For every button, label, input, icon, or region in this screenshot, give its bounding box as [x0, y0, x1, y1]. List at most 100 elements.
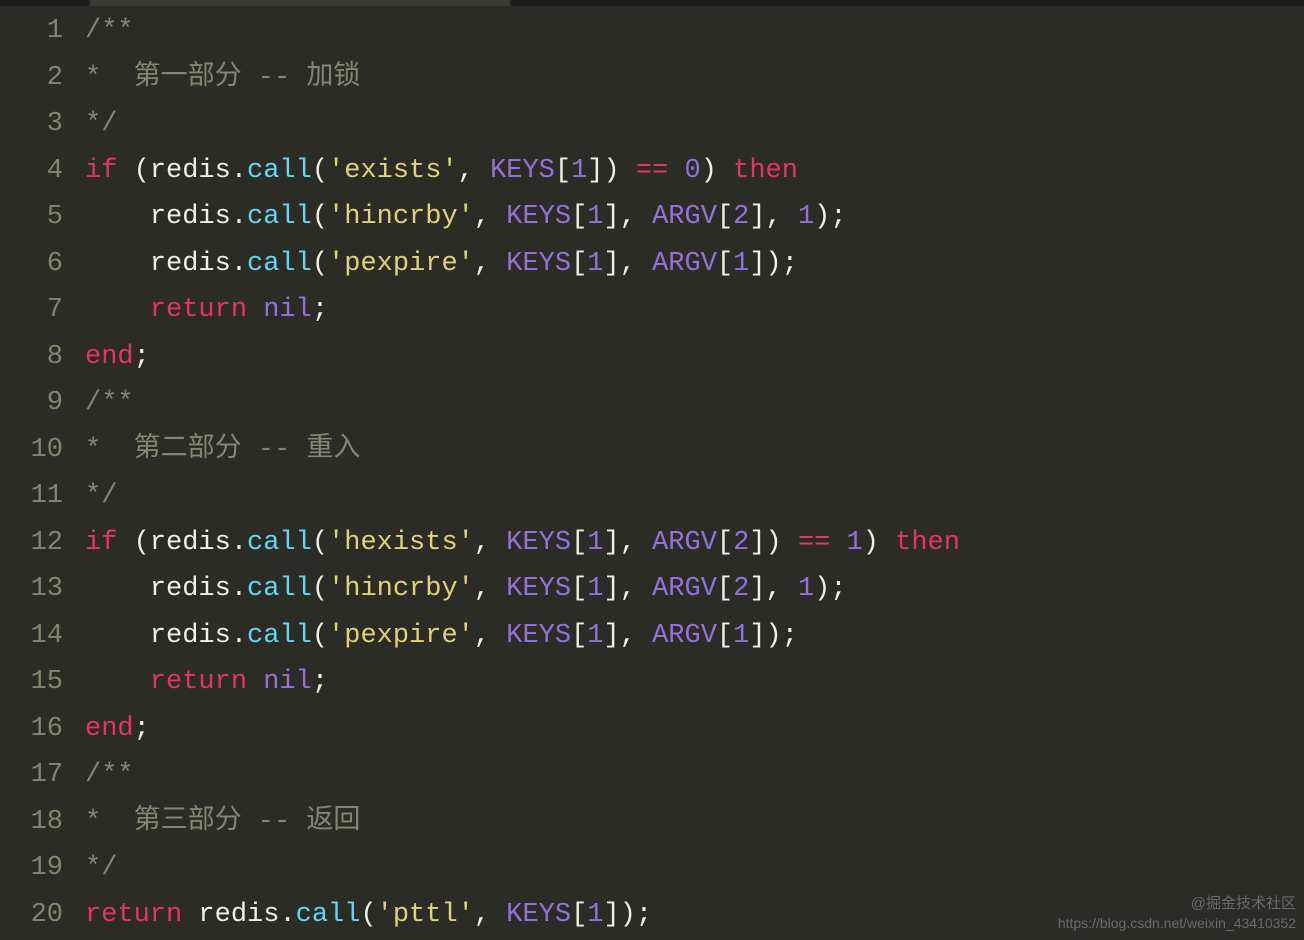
line-number-gutter: 1234567891011121314151617181920 [0, 8, 85, 940]
code-line[interactable]: if (redis.call('hexists', KEYS[1], ARGV[… [85, 520, 1304, 567]
token-identifier: redis [150, 574, 231, 604]
token-global: ARGV [652, 528, 717, 558]
token-paren: ) [814, 202, 830, 232]
code-line[interactable]: redis.call('hincrby', KEYS[1], ARGV[2], … [85, 194, 1304, 241]
token-number: 2 [733, 574, 749, 604]
token-number: 1 [587, 574, 603, 604]
token-method: call [247, 621, 312, 651]
code-line[interactable]: end; [85, 706, 1304, 753]
tab-segment[interactable] [920, 0, 1304, 6]
token-paren: ]) [604, 900, 636, 930]
token-keyword: return [150, 667, 247, 697]
token-paren [182, 900, 198, 930]
line-number: 3 [0, 101, 63, 148]
token-comment: * 第一部分 -- 加锁 [85, 63, 360, 93]
code-line[interactable]: */ [85, 845, 1304, 892]
code-line[interactable]: if (redis.call('exists', KEYS[1]) == 0) … [85, 148, 1304, 195]
token-paren: [ [571, 249, 587, 279]
code-line[interactable]: /** [85, 380, 1304, 427]
code-content[interactable]: /*** 第一部分 -- 加锁*/if (redis.call('exists'… [85, 8, 1304, 940]
token-nil: nil [263, 295, 312, 325]
token-paren: ]) [749, 528, 798, 558]
token-paren [668, 156, 684, 186]
token-paren: ( [117, 528, 149, 558]
token-paren: ], [604, 249, 653, 279]
token-method: call [247, 156, 312, 186]
code-line[interactable]: */ [85, 473, 1304, 520]
token-semi: ; [830, 202, 846, 232]
token-method: call [247, 574, 312, 604]
token-paren: , [474, 621, 506, 651]
line-number: 12 [0, 520, 63, 567]
token-paren: [ [717, 249, 733, 279]
token-keyword: if [85, 528, 117, 558]
code-line[interactable]: return nil; [85, 287, 1304, 334]
code-editor[interactable]: 1234567891011121314151617181920 /*** 第一部… [0, 0, 1304, 940]
token-string: 'exists' [328, 156, 458, 186]
token-comment: * 第三部分 -- 返回 [85, 807, 360, 837]
code-line[interactable]: /** [85, 752, 1304, 799]
code-line[interactable]: * 第一部分 -- 加锁 [85, 55, 1304, 102]
token-identifier: redis [150, 202, 231, 232]
token-nil: nil [263, 667, 312, 697]
watermark-url: https://blog.csdn.net/weixin_43410352 [1058, 914, 1296, 934]
line-number: 5 [0, 194, 63, 241]
token-keyword: return [85, 900, 182, 930]
token-global: ARGV [652, 621, 717, 651]
token-paren: [ [571, 621, 587, 651]
token-global: KEYS [506, 900, 571, 930]
token-paren: , [474, 249, 506, 279]
token-method: call [296, 900, 361, 930]
line-number: 16 [0, 706, 63, 753]
token-dot: . [231, 621, 247, 651]
token-paren: ) [814, 574, 830, 604]
token-comment: /** [85, 16, 134, 46]
token-paren: ]) [587, 156, 636, 186]
token-paren: ( [312, 156, 328, 186]
code-line[interactable]: * 第三部分 -- 返回 [85, 799, 1304, 846]
token-global: KEYS [490, 156, 555, 186]
code-line[interactable]: /** [85, 8, 1304, 55]
code-line[interactable]: redis.call('pexpire', KEYS[1], ARGV[1]); [85, 241, 1304, 288]
token-paren: ], [604, 574, 653, 604]
token-paren [830, 528, 846, 558]
line-number: 8 [0, 334, 63, 381]
token-semi: ; [636, 900, 652, 930]
token-keyword: return [150, 295, 247, 325]
token-paren: ) [701, 156, 733, 186]
code-line[interactable]: * 第二部分 -- 重入 [85, 427, 1304, 474]
token-global: ARGV [652, 249, 717, 279]
code-line[interactable]: redis.call('pexpire', KEYS[1], ARGV[1]); [85, 613, 1304, 660]
code-line[interactable]: */ [85, 101, 1304, 148]
token-paren: [ [571, 900, 587, 930]
token-dot: . [231, 202, 247, 232]
token-global: KEYS [506, 528, 571, 558]
token-paren: ( [312, 249, 328, 279]
token-paren: ( [117, 156, 149, 186]
token-op: == [636, 156, 668, 186]
token-number: 1 [847, 528, 863, 558]
line-number: 18 [0, 799, 63, 846]
token-number: 0 [685, 156, 701, 186]
token-paren: ]) [749, 249, 781, 279]
token-keyword: end [85, 342, 134, 372]
tab-segment[interactable] [0, 0, 90, 6]
code-line[interactable]: end; [85, 334, 1304, 381]
token-semi: ; [134, 714, 150, 744]
token-number: 1 [733, 249, 749, 279]
code-line[interactable]: return nil; [85, 659, 1304, 706]
token-paren: ], [604, 528, 653, 558]
token-paren: ], [604, 621, 653, 651]
token-number: 1 [587, 202, 603, 232]
tab-segment[interactable] [510, 0, 920, 6]
token-global: KEYS [506, 574, 571, 604]
token-number: 1 [798, 574, 814, 604]
tab-segment-active[interactable] [90, 0, 510, 6]
token-paren: , [474, 202, 506, 232]
token-string: 'hexists' [328, 528, 474, 558]
token-global: ARGV [652, 202, 717, 232]
code-line[interactable]: redis.call('hincrby', KEYS[1], ARGV[2], … [85, 566, 1304, 613]
token-paren: ]) [749, 621, 781, 651]
token-semi: ; [782, 621, 798, 651]
token-comment: */ [85, 109, 117, 139]
